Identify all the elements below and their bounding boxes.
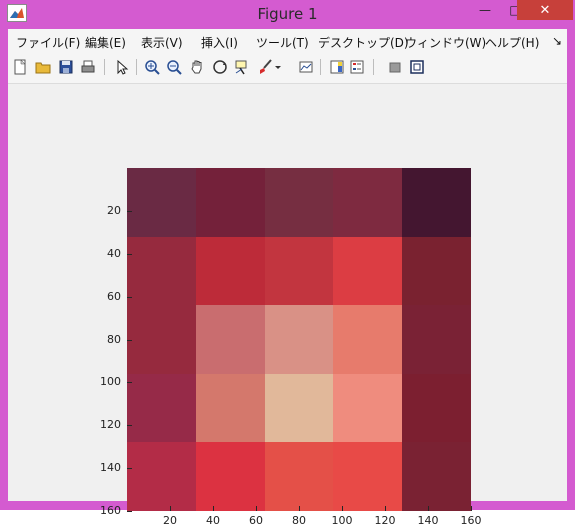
save-icon[interactable] xyxy=(57,58,75,76)
heatmap-cell xyxy=(127,373,197,443)
menu-desktop[interactable]: デスクトップ(D) xyxy=(318,34,409,51)
y-tick-label: 40 xyxy=(107,246,121,260)
toolbar-separator xyxy=(136,59,137,75)
x-tick-label: 160 xyxy=(460,514,482,527)
menu-window[interactable]: ウィンドウ(W) xyxy=(405,34,486,51)
x-tick-label: 80 xyxy=(292,514,306,527)
y-tick-mark xyxy=(127,382,132,384)
x-tick-mark xyxy=(342,506,343,511)
x-tick-label: 100 xyxy=(331,514,353,527)
x-tick-mark xyxy=(256,506,257,511)
x-tick-mark xyxy=(170,506,171,511)
heatmap-cell xyxy=(333,236,403,306)
menu-insert[interactable]: 挿入(I) xyxy=(201,34,238,51)
heatmap-cell xyxy=(127,168,197,238)
toolbar-separator xyxy=(104,59,105,75)
x-tick-mark xyxy=(385,506,386,511)
x-tick-mark xyxy=(428,506,429,511)
y-tick-mark xyxy=(127,253,132,255)
brush-icon[interactable] xyxy=(256,58,274,76)
heatmap-cell xyxy=(264,305,334,375)
y-tick-mark xyxy=(127,468,132,470)
heatmap-axes[interactable] xyxy=(127,168,472,512)
y-tick-label: 120 xyxy=(100,418,121,432)
heatmap-cell xyxy=(127,442,197,512)
pan-icon[interactable] xyxy=(188,58,206,76)
heatmap-cell xyxy=(333,168,403,238)
zoom-in-icon[interactable] xyxy=(143,58,161,76)
heatmap-cell xyxy=(333,305,403,375)
menu-tools[interactable]: ツール(T) xyxy=(256,34,309,51)
heatmap-cell xyxy=(264,236,334,306)
y-tick-mark xyxy=(127,511,132,512)
y-tick-label: 140 xyxy=(100,461,121,475)
y-tick-label: 80 xyxy=(107,332,121,346)
heatmap-cell xyxy=(127,236,197,306)
print-icon[interactable] xyxy=(79,58,97,76)
y-tick-label: 160 xyxy=(100,504,121,517)
menu-edit[interactable]: 編集(E) xyxy=(85,34,126,51)
figure-client-area: ファイル(F) 編集(E) 表示(V) 挿入(I) ツール(T) デスクトップ(… xyxy=(8,29,567,527)
toolbar-separator xyxy=(373,59,374,75)
y-tick-mark xyxy=(127,210,132,212)
y-tick-mark xyxy=(127,425,132,427)
menubar-overflow-icon[interactable]: ↘ xyxy=(552,34,562,48)
colorbar-icon[interactable] xyxy=(328,58,346,76)
heatmap-cell xyxy=(195,442,266,512)
menu-help[interactable]: ヘルプ(H) xyxy=(485,34,539,51)
close-button[interactable]: ✕ xyxy=(517,0,573,20)
figure-toolbar xyxy=(8,53,567,84)
heatmap-cell xyxy=(264,442,334,512)
x-tick-label: 20 xyxy=(163,514,177,527)
heatmap-cell xyxy=(195,168,266,238)
y-tick-label: 60 xyxy=(107,289,121,303)
open-file-icon[interactable] xyxy=(34,58,52,76)
show-plot-tools-icon[interactable] xyxy=(408,58,426,76)
y-tick-label: 100 xyxy=(100,375,121,389)
heatmap-cell xyxy=(402,373,472,443)
link-plot-icon[interactable] xyxy=(297,58,315,76)
x-tick-mark xyxy=(299,506,300,511)
heatmap-cell xyxy=(264,373,334,443)
heatmap-cell xyxy=(333,373,403,443)
pointer-icon[interactable] xyxy=(112,58,130,76)
x-tick-label: 40 xyxy=(206,514,220,527)
legend-icon[interactable] xyxy=(348,58,366,76)
y-tick-mark xyxy=(127,339,132,341)
brush-dropdown-icon[interactable] xyxy=(274,58,282,76)
heatmap-cell xyxy=(402,305,472,375)
heatmap-cell xyxy=(195,236,266,306)
heatmap-cell xyxy=(402,168,472,238)
heatmap-cell xyxy=(264,168,334,238)
menu-bar: ファイル(F) 編集(E) 表示(V) 挿入(I) ツール(T) デスクトップ(… xyxy=(8,29,567,53)
menu-view[interactable]: 表示(V) xyxy=(141,34,183,51)
figure-canvas: 20 40 60 80 100 120 140 160 20 40 60 80 100 120 140 160 xyxy=(8,84,567,527)
heatmap-cell xyxy=(402,236,472,306)
zoom-out-icon[interactable] xyxy=(165,58,183,76)
minimize-button[interactable]: — xyxy=(470,0,500,20)
x-tick-label: 60 xyxy=(249,514,263,527)
x-tick-label: 140 xyxy=(417,514,439,527)
title-bar[interactable]: Figure 1 — □ ✕ xyxy=(0,0,575,29)
heatmap-cell xyxy=(127,305,197,375)
heatmap-cell xyxy=(402,442,472,512)
x-tick-label: 120 xyxy=(374,514,396,527)
hide-plot-tools-icon[interactable] xyxy=(386,58,404,76)
y-tick-label: 20 xyxy=(107,203,121,217)
y-tick-mark xyxy=(127,296,132,298)
x-tick-mark xyxy=(471,506,472,511)
menu-file[interactable]: ファイル(F) xyxy=(16,34,80,51)
rotate-3d-icon[interactable] xyxy=(211,58,229,76)
figure-window: Figure 1 — □ ✕ ファイル(F) 編集(E) 表示(V) 挿入(I)… xyxy=(0,0,575,527)
new-figure-icon[interactable] xyxy=(11,58,29,76)
x-tick-mark xyxy=(213,506,214,511)
heatmap-cell xyxy=(195,305,266,375)
data-cursor-icon[interactable] xyxy=(233,58,251,76)
heatmap-cell xyxy=(195,373,266,443)
heatmap-cell xyxy=(333,442,403,512)
toolbar-separator xyxy=(320,59,321,75)
